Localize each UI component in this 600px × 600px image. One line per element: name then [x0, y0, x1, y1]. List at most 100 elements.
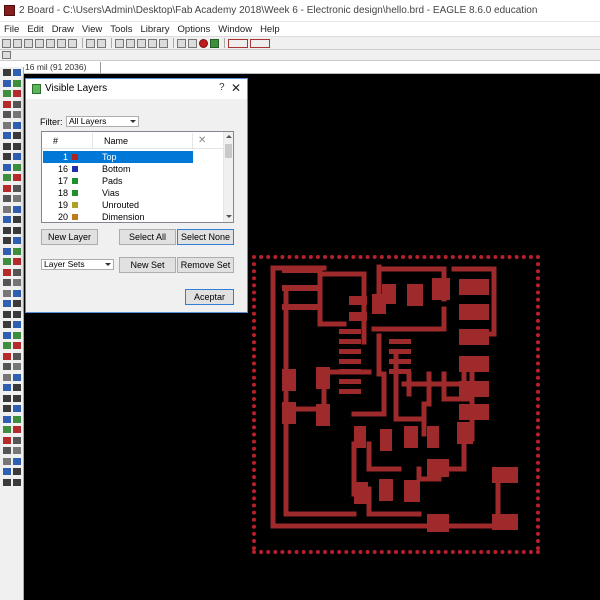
tool-icon[interactable] [3, 321, 11, 328]
redo-icon[interactable] [188, 38, 197, 48]
zoom-fit-icon[interactable] [115, 38, 124, 48]
remove-set-button[interactable]: Remove Set [177, 257, 234, 273]
ulp-icon[interactable] [97, 38, 106, 48]
tool-icon[interactable] [3, 373, 11, 381]
tool-icon[interactable] [13, 184, 21, 192]
tool-icon[interactable] [13, 100, 21, 108]
zoom-select-icon[interactable] [148, 38, 157, 48]
tool-icon[interactable] [13, 195, 21, 202]
board-icon[interactable] [46, 38, 55, 48]
select-none-button[interactable]: Select None [177, 229, 234, 245]
tool-icon[interactable] [13, 289, 21, 297]
new-set-button[interactable]: New Set [119, 257, 176, 273]
tool-icon[interactable] [3, 457, 11, 465]
tool-icon[interactable] [3, 268, 11, 276]
tool-icon[interactable] [13, 352, 21, 360]
tool-icon[interactable] [3, 352, 11, 360]
tool-icon[interactable] [3, 121, 11, 129]
tool-icon[interactable] [13, 247, 21, 255]
menu-edit[interactable]: Edit [23, 24, 47, 35]
layer-sets-select[interactable]: Layer Sets [41, 259, 114, 270]
menu-help[interactable]: Help [256, 24, 284, 35]
scroll-thumb[interactable] [225, 144, 232, 158]
menu-draw[interactable]: Draw [48, 24, 78, 35]
help-button[interactable]: ? [219, 82, 225, 93]
tool-icon[interactable] [13, 153, 21, 160]
tool-icon[interactable] [3, 279, 11, 286]
layer-row-unrouted[interactable]: 19 Unrouted [42, 199, 223, 211]
tool-icon[interactable] [3, 90, 11, 97]
zoom-in-icon[interactable] [126, 38, 135, 48]
column-visible-x-icon[interactable]: ✕ [198, 135, 206, 146]
command-line-input[interactable] [100, 62, 600, 73]
tool-icon[interactable] [13, 457, 21, 465]
tool-icon[interactable] [13, 321, 21, 328]
layer-row-top[interactable]: 1 Top [42, 151, 223, 163]
tool-icon[interactable] [13, 69, 21, 76]
scroll-up-icon[interactable] [226, 135, 232, 138]
layer-list-scrollbar[interactable] [223, 132, 233, 222]
fusion-push-icon[interactable] [250, 38, 270, 48]
menu-tools[interactable]: Tools [106, 24, 136, 35]
tool-icon[interactable] [3, 163, 11, 171]
menu-file[interactable]: File [0, 24, 23, 35]
tool-icon[interactable] [3, 289, 11, 297]
open-icon[interactable] [2, 38, 11, 48]
tool-icon[interactable] [3, 247, 11, 255]
tool-icon[interactable] [3, 226, 11, 234]
tool-icon[interactable] [13, 163, 21, 171]
menu-library[interactable]: Library [136, 24, 173, 35]
tool-icon[interactable] [13, 426, 21, 433]
tool-icon[interactable] [3, 415, 11, 423]
tool-icon[interactable] [3, 394, 11, 402]
tool-icon[interactable] [13, 205, 21, 213]
save-icon[interactable] [13, 38, 22, 48]
tool-icon[interactable] [3, 153, 11, 160]
tool-icon[interactable] [13, 132, 21, 139]
zoom-out-icon[interactable] [137, 38, 146, 48]
tool-icon[interactable] [13, 279, 21, 286]
tool-icon[interactable] [13, 384, 21, 391]
column-name[interactable]: Name [104, 136, 128, 146]
tool-icon[interactable] [3, 100, 11, 108]
scroll-down-icon[interactable] [226, 215, 232, 218]
filter-select[interactable]: All Layers [66, 116, 139, 127]
tool-icon[interactable] [13, 405, 21, 412]
tool-icon[interactable] [13, 363, 21, 370]
tool-icon[interactable] [13, 258, 21, 265]
tool-icon[interactable] [13, 447, 21, 454]
tool-icon[interactable] [3, 69, 11, 76]
tool-icon[interactable] [13, 310, 21, 318]
tool-icon[interactable] [3, 195, 11, 202]
tool-icon[interactable] [13, 373, 21, 381]
tool-icon[interactable] [13, 436, 21, 444]
stop-icon[interactable] [199, 38, 208, 48]
undo-icon[interactable] [177, 38, 186, 48]
script-icon[interactable] [86, 38, 95, 48]
select-all-button[interactable]: Select All [119, 229, 176, 245]
tool-icon[interactable] [13, 174, 21, 181]
tool-icon[interactable] [13, 79, 21, 87]
tool-icon[interactable] [3, 478, 11, 486]
layer-settings-icon[interactable] [2, 51, 11, 59]
tool-icon[interactable] [3, 216, 11, 223]
tool-icon[interactable] [13, 342, 21, 349]
tool-icon[interactable] [3, 342, 11, 349]
tool-icon[interactable] [3, 363, 11, 370]
menu-view[interactable]: View [78, 24, 106, 35]
tool-icon[interactable] [13, 90, 21, 97]
tool-icon[interactable] [3, 447, 11, 454]
column-number[interactable]: # [53, 136, 58, 146]
tool-icon[interactable] [13, 142, 21, 150]
new-layer-button[interactable]: New Layer [41, 229, 98, 245]
accept-button[interactable]: Aceptar [185, 289, 234, 305]
tool-icon[interactable] [13, 121, 21, 129]
layer-row-bottom[interactable]: 16 Bottom [42, 163, 223, 175]
schematic-icon[interactable] [57, 38, 66, 48]
tool-icon[interactable] [3, 142, 11, 150]
tool-icon[interactable] [13, 216, 21, 223]
tool-icon[interactable] [13, 415, 21, 423]
cam-icon[interactable] [35, 38, 44, 48]
tool-icon[interactable] [3, 436, 11, 444]
tool-icon[interactable] [3, 184, 11, 192]
